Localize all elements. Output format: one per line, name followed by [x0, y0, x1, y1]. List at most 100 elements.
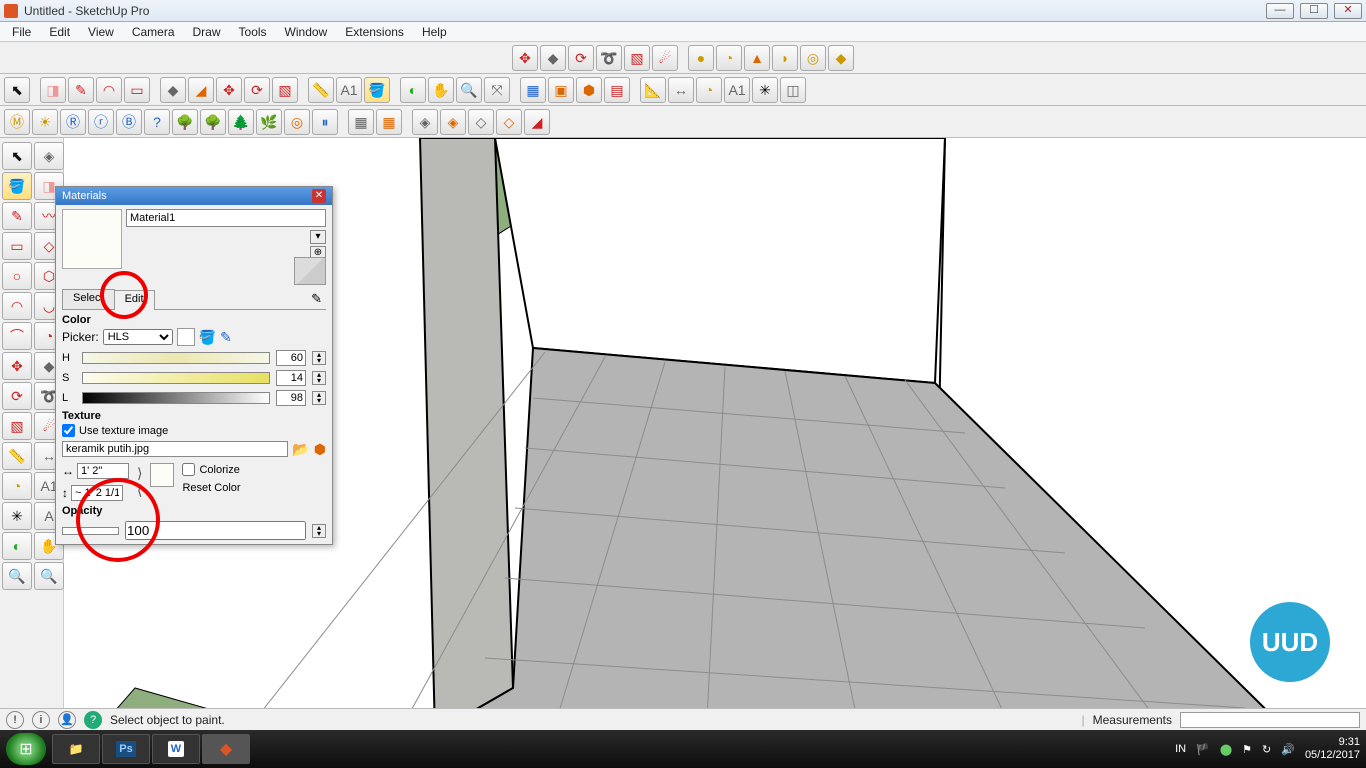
s-slider[interactable] — [82, 372, 270, 384]
zoom-extents-icon[interactable]: ⤧ — [484, 77, 510, 103]
text2-icon[interactable]: A1 — [724, 77, 750, 103]
s-spinner[interactable]: ▴▾ — [312, 371, 326, 385]
marker-icon[interactable]: ◔ — [716, 45, 742, 71]
material-menu-icon[interactable]: ▾ — [310, 230, 326, 244]
layout-icon[interactable]: ▤ — [604, 77, 630, 103]
material-preview-swatch[interactable] — [62, 209, 122, 269]
l-slider[interactable] — [82, 392, 270, 404]
side-pencil-icon[interactable]: ✎ — [2, 202, 32, 230]
h-value-input[interactable] — [276, 350, 306, 366]
side-zoomwin-icon[interactable]: 🔍 — [34, 562, 64, 590]
browse-texture-icon[interactable]: 📂 — [292, 442, 309, 456]
cone-icon[interactable]: ▲ — [744, 45, 770, 71]
status-geo-icon[interactable]: i — [32, 711, 50, 729]
l-value-input[interactable] — [276, 390, 306, 406]
taskbar-word-icon[interactable]: W — [152, 734, 200, 764]
pushpull-tool-icon[interactable]: ◆ — [540, 45, 566, 71]
rectangle-tool-icon[interactable]: ▭ — [124, 77, 150, 103]
orbit-icon[interactable]: ◐ — [400, 77, 426, 103]
side-rect-icon[interactable]: ▭ — [2, 232, 32, 260]
side-zoom-icon[interactable]: 🔍 — [2, 562, 32, 590]
side-select-icon[interactable]: ⬉ — [2, 142, 32, 170]
colorize-row[interactable]: Colorize — [182, 463, 240, 476]
side-rotate-icon[interactable]: ⟳ — [2, 382, 32, 410]
offset-tool-icon[interactable]: ☄ — [652, 45, 678, 71]
h-slider[interactable] — [82, 352, 270, 364]
rotate2-icon[interactable]: ⟳ — [244, 77, 270, 103]
eyedropper2-icon[interactable]: ✎ — [220, 330, 232, 344]
target-icon[interactable]: ◎ — [284, 109, 310, 135]
tray-volume-icon[interactable]: 🔊 — [1281, 743, 1295, 756]
solid3-icon[interactable]: ◇ — [468, 109, 494, 135]
dome-icon[interactable]: ◗ — [772, 45, 798, 71]
use-texture-checkbox[interactable] — [62, 424, 75, 437]
shape-icon[interactable]: ◆ — [828, 45, 854, 71]
l-spinner[interactable]: ▴▾ — [312, 391, 326, 405]
brush-icon[interactable]: ◢ — [188, 77, 214, 103]
dim-icon[interactable]: ↔ — [668, 77, 694, 103]
minimize-button[interactable]: — — [1266, 3, 1294, 19]
opacity-spinner[interactable]: ▴▾ — [312, 524, 326, 538]
h-spinner[interactable]: ▴▾ — [312, 351, 326, 365]
solid1-icon[interactable]: ◈ — [412, 109, 438, 135]
pushpull2-icon[interactable]: ◆ — [160, 77, 186, 103]
s-value-input[interactable] — [276, 370, 306, 386]
materials-panel-header[interactable]: Materials ✕ — [56, 187, 332, 205]
sphere-yellow-icon[interactable]: ● — [688, 45, 714, 71]
sun-icon[interactable]: ☀ — [32, 109, 58, 135]
grass-icon[interactable]: 🌿 — [256, 109, 282, 135]
side-paint-icon[interactable]: 🪣 — [2, 172, 32, 200]
eyedropper-icon[interactable]: ✎ — [307, 289, 326, 309]
color-chip[interactable] — [177, 328, 195, 346]
side-tape-icon[interactable]: 📏 — [2, 442, 32, 470]
solid2-icon[interactable]: ◈ — [440, 109, 466, 135]
text-icon[interactable]: A1 — [336, 77, 362, 103]
3dwarehouse-icon[interactable]: ▣ — [548, 77, 574, 103]
paint-bucket-icon[interactable]: 🪣 — [364, 77, 390, 103]
m-badge-icon[interactable]: Ⓜ — [4, 109, 30, 135]
zoom-icon[interactable]: 🔍 — [456, 77, 482, 103]
side-component-icon[interactable]: ◈ — [34, 142, 64, 170]
section-plane-icon[interactable]: ◫ — [780, 77, 806, 103]
side-arc3-icon[interactable]: ⌒ — [2, 322, 32, 350]
tree2-icon[interactable]: 🌳 — [200, 109, 226, 135]
measurements-input[interactable] — [1180, 712, 1360, 728]
texture-file-input[interactable] — [62, 441, 288, 457]
solid5-icon[interactable]: ◢ — [524, 109, 550, 135]
menu-extensions[interactable]: Extensions — [337, 23, 412, 41]
eraser-tool-icon[interactable]: ◨ — [40, 77, 66, 103]
r-badge-icon[interactable]: Ⓡ — [60, 109, 86, 135]
move2-icon[interactable]: ✥ — [216, 77, 242, 103]
side-orbit-icon[interactable]: ◐ — [2, 532, 32, 560]
side-protractor-icon[interactable]: ◔ — [2, 472, 32, 500]
side-scale-icon[interactable]: ▧ — [2, 412, 32, 440]
pan-icon[interactable]: ✋ — [428, 77, 454, 103]
start-button[interactable]: ⊞ — [6, 733, 46, 765]
tray-clock[interactable]: 9:31 05/12/2017 — [1305, 736, 1360, 762]
menu-view[interactable]: View — [80, 23, 122, 41]
tray-network-icon[interactable]: ⬤ — [1220, 743, 1232, 756]
bush-icon[interactable]: 🌲 — [228, 109, 254, 135]
taskbar-sketchup-icon[interactable]: ◆ — [202, 734, 250, 764]
solid4-icon[interactable]: ◇ — [496, 109, 522, 135]
line-tool-icon[interactable]: ✎ — [68, 77, 94, 103]
status-info-icon[interactable]: ! — [6, 711, 24, 729]
close-button[interactable]: ✕ — [1334, 3, 1362, 19]
menu-file[interactable]: File — [4, 23, 39, 41]
side-circle-icon[interactable]: ○ — [2, 262, 32, 290]
side-move-icon[interactable]: ✥ — [2, 352, 32, 380]
menu-edit[interactable]: Edit — [41, 23, 78, 41]
help-badge-icon[interactable]: ? — [144, 109, 170, 135]
tree1-icon[interactable]: 🌳 — [172, 109, 198, 135]
protractor-icon[interactable]: ◔ — [696, 77, 722, 103]
rotate-tool-icon[interactable]: ⟳ — [568, 45, 594, 71]
torus-icon[interactable]: ◎ — [800, 45, 826, 71]
rt-badge-icon[interactable]: ⓡ — [88, 109, 114, 135]
edit-texture-icon[interactable]: ⬢ — [314, 442, 326, 456]
status-user-icon[interactable]: 👤 — [58, 711, 76, 729]
texture-color-swatch[interactable] — [150, 463, 174, 487]
default-material-swatch[interactable] — [294, 257, 326, 285]
sandbox2-icon[interactable]: ▦ — [376, 109, 402, 135]
taskbar-photoshop-icon[interactable]: Ps — [102, 734, 150, 764]
picker-select[interactable]: HLS — [103, 329, 173, 345]
